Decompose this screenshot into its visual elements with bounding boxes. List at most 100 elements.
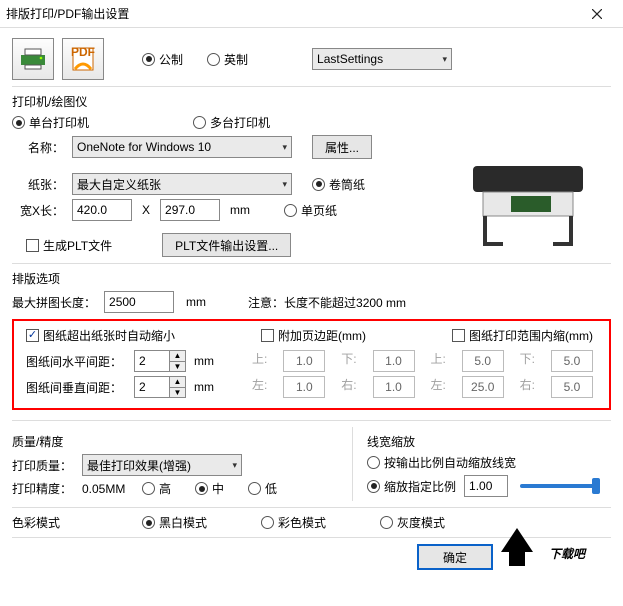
wh-label: 宽X长： — [12, 202, 72, 219]
precision-low-radio[interactable]: 低 — [248, 480, 277, 497]
radio-icon — [195, 482, 208, 495]
mm-label: mm — [174, 295, 218, 309]
paper-height-input[interactable] — [160, 199, 220, 221]
checkbox-icon — [26, 239, 39, 252]
spin-down-icon[interactable]: ▼ — [170, 362, 185, 372]
add-margin-checkbox[interactable]: 附加页边距(mm) — [261, 327, 366, 344]
settings-preset-combo[interactable]: LastSettings ▾ — [312, 48, 452, 70]
radio-icon — [207, 53, 220, 66]
shrink-top-input — [462, 350, 504, 372]
radio-icon — [367, 480, 380, 493]
print-quality-combo[interactable]: 最佳打印效果(增强) ▾ — [82, 454, 242, 476]
watermark-logo: 下载吧 — [499, 522, 619, 576]
precision-high-radio[interactable]: 高 — [142, 480, 171, 497]
h-gap-spinner[interactable]: ▲▼ — [134, 350, 186, 372]
max-len-label: 最大拼图长度： — [12, 294, 104, 311]
lw-ratio-radio[interactable]: 缩放指定比例 — [367, 478, 456, 495]
margin-top-input — [283, 350, 325, 372]
svg-text:PDF: PDF — [71, 45, 95, 59]
margin-right-label: 右: — [341, 376, 356, 398]
chevron-down-icon: ▾ — [282, 142, 287, 153]
auto-shrink-checkbox[interactable]: 图纸超出纸张时自动缩小 — [26, 327, 175, 344]
color-color-radio[interactable]: 彩色模式 — [261, 514, 326, 531]
units-metric-radio[interactable]: 公制 — [142, 51, 183, 68]
paper-width-input[interactable] — [72, 199, 132, 221]
printer-section-heading: 打印机/绘图仪 — [12, 93, 611, 110]
color-mode-heading: 色彩模式 — [12, 514, 82, 531]
highlighted-options-box: 图纸超出纸张时自动缩小 附加页边距(mm) 图纸打印范围内缩(mm) 图纸间水平… — [12, 319, 611, 410]
mm-label: mm — [186, 354, 222, 368]
ok-button[interactable]: 确定 — [417, 544, 493, 570]
radio-icon — [193, 116, 206, 129]
margin-left-input — [283, 376, 325, 398]
margin-left-label-2: 左: — [430, 376, 445, 398]
v-gap-spinner[interactable]: ▲▼ — [134, 376, 186, 398]
chevron-down-icon: ▾ — [232, 460, 237, 471]
radio-icon — [142, 53, 155, 66]
layout-section-heading: 排版选项 — [12, 270, 611, 287]
x-separator: X — [132, 203, 160, 217]
v-gap-label: 图纸间垂直间距： — [26, 379, 134, 396]
printer-name-combo[interactable]: OneNote for Windows 10 ▾ — [72, 136, 292, 158]
radio-icon — [261, 516, 274, 529]
shrink-bottom-input — [551, 350, 593, 372]
print-prec-label: 打印精度： — [12, 480, 82, 497]
pdf-icon-button[interactable]: PDF — [62, 38, 104, 80]
units-imperial-radio[interactable]: 英制 — [207, 51, 248, 68]
color-bw-radio[interactable]: 黑白模式 — [142, 514, 207, 531]
roll-paper-radio[interactable]: 卷筒纸 — [312, 176, 365, 193]
margin-top-label-2: 上: — [430, 350, 445, 372]
shrink-left-input — [462, 376, 504, 398]
spin-down-icon[interactable]: ▼ — [170, 388, 185, 398]
lw-ratio-slider[interactable] — [520, 484, 600, 488]
plt-settings-button[interactable]: PLT文件输出设置... — [162, 233, 291, 257]
margin-bottom-label-2: 下: — [520, 350, 535, 372]
svg-text:下载吧: 下载吧 — [549, 547, 587, 561]
margin-bottom-label: 下: — [341, 350, 356, 372]
margin-right-input — [373, 376, 415, 398]
quality-section-heading: 质量/精度 — [12, 433, 352, 450]
radio-icon — [142, 516, 155, 529]
chevron-down-icon: ▾ — [282, 179, 287, 190]
radio-icon — [248, 482, 261, 495]
printer-name-label: 名称： — [12, 139, 72, 156]
printer-props-button[interactable]: 属性... — [312, 135, 372, 159]
single-printer-radio[interactable]: 单台打印机 — [12, 114, 89, 131]
radio-icon — [312, 178, 325, 191]
mm-label: mm — [220, 203, 250, 217]
radio-icon — [380, 516, 393, 529]
lw-auto-radio[interactable]: 按输出比例自动缩放线宽 — [367, 454, 516, 471]
h-gap-label: 图纸间水平间距： — [26, 353, 134, 370]
inner-shrink-checkbox[interactable]: 图纸打印范围内缩(mm) — [452, 327, 593, 344]
spin-up-icon[interactable]: ▲ — [170, 377, 185, 388]
print-prec-value: 0.05MM — [82, 482, 142, 496]
gen-plt-checkbox[interactable]: 生成PLT文件 — [26, 237, 112, 254]
radio-icon — [367, 456, 380, 469]
margin-right-label-2: 右: — [520, 376, 535, 398]
paper-combo[interactable]: 最大自定义纸张 ▾ — [72, 173, 292, 195]
checkbox-icon — [452, 329, 465, 342]
max-len-input[interactable] — [104, 291, 174, 313]
precision-mid-radio[interactable]: 中 — [195, 480, 224, 497]
plotter-image — [463, 148, 593, 248]
mm-label: mm — [186, 380, 222, 394]
close-button[interactable] — [577, 1, 617, 27]
margin-left-label: 左: — [252, 376, 267, 398]
multi-printer-radio[interactable]: 多台打印机 — [193, 114, 270, 131]
sheet-paper-radio[interactable]: 单页纸 — [284, 202, 337, 219]
spin-up-icon[interactable]: ▲ — [170, 351, 185, 362]
radio-icon — [142, 482, 155, 495]
radio-icon — [12, 116, 25, 129]
margin-top-label: 上: — [252, 350, 267, 372]
print-icon-button[interactable] — [12, 38, 54, 80]
linewidth-section-heading: 线宽缩放 — [367, 433, 611, 450]
color-gray-radio[interactable]: 灰度模式 — [380, 514, 445, 531]
lw-ratio-input[interactable] — [464, 475, 508, 497]
paper-label: 纸张： — [12, 176, 72, 193]
slider-thumb-icon[interactable] — [592, 478, 600, 494]
checkbox-icon — [26, 329, 39, 342]
print-quality-label: 打印质量： — [12, 457, 82, 474]
shrink-right-input — [551, 376, 593, 398]
checkbox-icon — [261, 329, 274, 342]
max-len-note: 注意：长度不能超过3200 mm — [248, 294, 406, 311]
